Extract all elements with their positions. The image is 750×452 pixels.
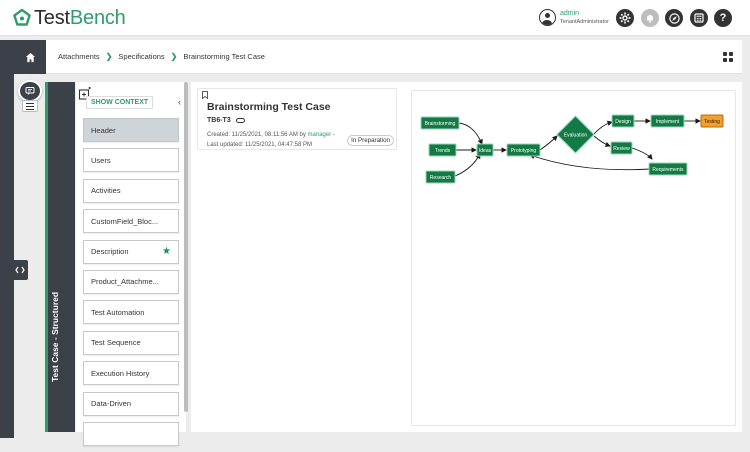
bookmark-icon[interactable] bbox=[202, 91, 208, 99]
diagram-node-ideas[interactable]: Ideas bbox=[476, 143, 494, 157]
section-title: Test Case - Structured bbox=[50, 291, 60, 382]
home-button[interactable] bbox=[14, 40, 46, 74]
status-badge[interactable]: In Preparation bbox=[347, 135, 394, 146]
diagram-node-label: Review bbox=[613, 146, 630, 152]
context-item-partial[interactable] bbox=[83, 421, 179, 446]
context-item-execution-history[interactable]: Execution History bbox=[83, 361, 179, 386]
context-item-activities[interactable]: Activities bbox=[83, 178, 179, 203]
context-item-description[interactable]: Description ★ bbox=[83, 239, 179, 264]
diagram-node-label: Trends bbox=[435, 148, 451, 154]
diagram-node-trends[interactable]: Trends bbox=[428, 143, 457, 157]
grid-view-icon[interactable] bbox=[723, 52, 733, 62]
context-item-product-attachments[interactable]: Product_Attachme... bbox=[83, 269, 179, 294]
diagram-node-label: Prototyping bbox=[511, 148, 537, 154]
context-item-test-automation[interactable]: Test Automation bbox=[83, 300, 179, 325]
star-icon[interactable]: ★ bbox=[162, 246, 171, 257]
diagram-node-label: Research bbox=[430, 175, 452, 181]
context-item-customfield[interactable]: CustomField_Bloc... bbox=[83, 209, 179, 234]
context-list: Header Users Activities CustomField_Bloc… bbox=[83, 118, 179, 452]
context-scrollbar[interactable] bbox=[184, 82, 188, 412]
chevron-right-icon: ❯ bbox=[105, 52, 113, 61]
chat-button[interactable] bbox=[18, 80, 42, 102]
diagram-node-requirements[interactable]: Requirements bbox=[648, 162, 688, 176]
user-role: TenantAdministrator bbox=[560, 18, 609, 25]
diagram-node-review[interactable]: Review bbox=[610, 141, 633, 155]
breadcrumb: Attachments ❯ Specifications ❯ Brainstor… bbox=[58, 52, 265, 61]
chat-icon bbox=[25, 87, 35, 95]
breadcrumb-item-attachments[interactable]: Attachments bbox=[58, 52, 100, 61]
flow-diagram-svg: Brainstorming Trends Research Ideas Prototyp… bbox=[420, 114, 724, 184]
context-item-users[interactable]: Users bbox=[83, 148, 179, 173]
home-icon bbox=[25, 52, 35, 62]
context-item-test-sequence[interactable]: Test Sequence bbox=[83, 330, 179, 355]
chevron-right-icon: ❯ bbox=[170, 52, 178, 61]
created-by-user[interactable]: manager bbox=[308, 132, 332, 138]
chevron-left-icon[interactable]: ‹ bbox=[178, 97, 181, 107]
diagram-node-label: Brainstorming bbox=[425, 121, 456, 127]
top-bar: Test Bench admin TenantAdministrator ? bbox=[0, 0, 750, 36]
breadcrumb-bar: Attachments ❯ Specifications ❯ Brainstor… bbox=[14, 40, 742, 74]
diagram-node-label: Evaluation bbox=[564, 132, 588, 138]
diagram-node-label: Ideas bbox=[479, 148, 492, 154]
calculator-icon[interactable] bbox=[690, 9, 708, 27]
context-panel: SHOW CONTEXT ‹ Header Users Activities C… bbox=[76, 82, 186, 446]
help-icon[interactable]: ? bbox=[714, 9, 732, 27]
context-item-header[interactable]: Header bbox=[83, 118, 179, 142]
diagram-node-brainstorming[interactable]: Brainstorming bbox=[420, 116, 460, 130]
test-case-title: Brainstorming Test Case bbox=[207, 101, 331, 113]
test-case-card: Brainstorming Test Case TB6-T3 Created: … bbox=[197, 88, 397, 150]
diagram-node-implement[interactable]: Implement bbox=[650, 114, 685, 128]
section-sidebar: Test Case - Structured bbox=[45, 82, 75, 432]
logo-text-test: Test bbox=[34, 6, 70, 29]
diagram-node-testing[interactable]: Testing bbox=[700, 114, 724, 128]
test-case-meta: Created: 11/25/2021, 08:11:56 AM by mana… bbox=[207, 132, 335, 148]
logo-icon bbox=[13, 8, 31, 26]
left-rail bbox=[0, 40, 14, 438]
diagram-node-label: Design bbox=[615, 119, 631, 125]
link-icon[interactable] bbox=[235, 118, 245, 123]
test-case-id: TB6-T3 bbox=[207, 117, 245, 124]
menu-icon[interactable] bbox=[22, 100, 38, 112]
user-menu[interactable]: admin TenantAdministrator bbox=[539, 9, 609, 26]
bell-icon[interactable] bbox=[641, 9, 659, 27]
gear-icon[interactable] bbox=[616, 9, 634, 27]
avatar-icon bbox=[539, 9, 556, 26]
diagram-node-label: Implement bbox=[656, 119, 680, 125]
user-name: admin bbox=[560, 9, 580, 17]
compass-icon[interactable] bbox=[665, 9, 683, 27]
diagram-node-research[interactable]: Research bbox=[425, 170, 456, 184]
diagram-node-label: Requirements bbox=[652, 167, 684, 173]
testbench-logo[interactable]: Test Bench bbox=[12, 7, 126, 29]
diagram-node-prototyping[interactable]: Prototyping bbox=[506, 143, 541, 157]
expand-collapse-icon[interactable] bbox=[12, 260, 28, 280]
logo-text-bench: Bench bbox=[69, 6, 126, 29]
last-updated: Last updated: 11/25/2021, 04:47:58 PM bbox=[207, 142, 312, 148]
flow-diagram: Brainstorming Trends Research Ideas Prototyp… bbox=[411, 90, 736, 426]
breadcrumb-item-specifications[interactable]: Specifications bbox=[118, 52, 164, 61]
breadcrumb-item-current[interactable]: Brainstorming Test Case bbox=[183, 52, 265, 61]
context-item-data-driven[interactable]: Data-Driven bbox=[83, 391, 179, 416]
show-context-button[interactable]: SHOW CONTEXT bbox=[86, 95, 154, 109]
diagram-node-label: Testing bbox=[704, 119, 720, 125]
diagram-node-design[interactable]: Design bbox=[611, 114, 635, 128]
main-content: Brainstorming Test Case TB6-T3 Created: … bbox=[191, 82, 742, 432]
diagram-node-evaluation[interactable]: Evaluation bbox=[556, 115, 595, 154]
